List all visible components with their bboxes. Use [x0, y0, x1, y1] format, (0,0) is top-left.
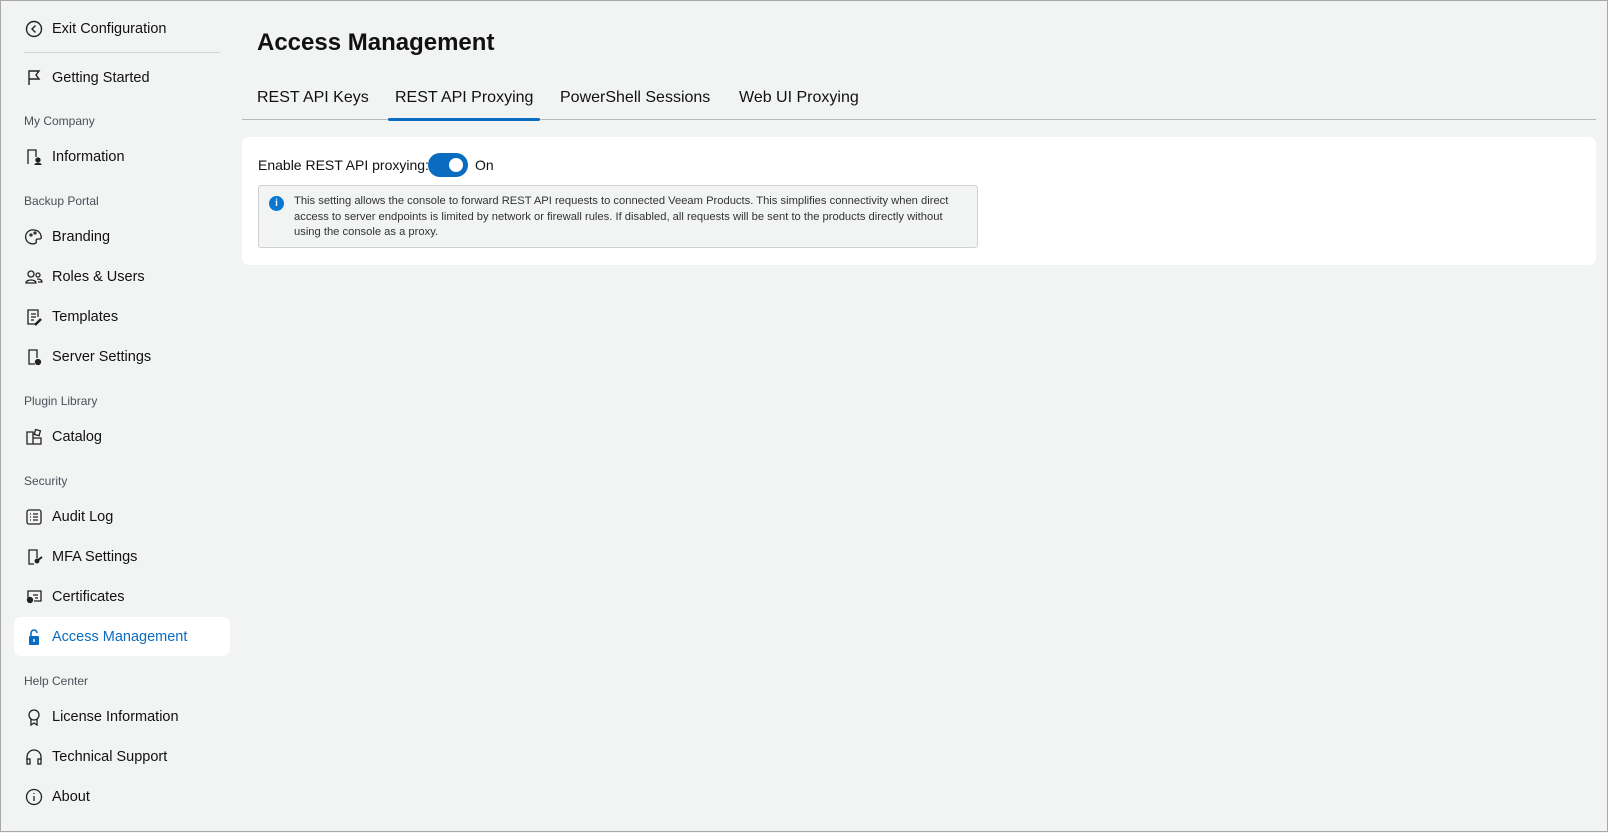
page-title: Access Management [257, 29, 495, 56]
phone-key-icon [28, 548, 43, 565]
tab-web-ui-proxying[interactable]: Web UI Proxying [739, 89, 859, 120]
rest-api-proxying-toggle[interactable] [428, 153, 468, 177]
certificate-icon [26, 589, 42, 603]
sidebar-item-certificates[interactable]: Certificates [14, 577, 230, 616]
sidebar-item-catalog[interactable]: Catalog [14, 417, 230, 456]
label: Access Management [52, 628, 188, 645]
label: Catalog [52, 428, 102, 445]
toggle-label: Enable REST API proxying: [258, 157, 429, 173]
list-icon [26, 508, 42, 525]
divider [24, 52, 220, 53]
section-my-company: My Company [24, 114, 95, 128]
document-edit-icon [27, 308, 42, 326]
sidebar-item-server-settings[interactable]: Server Settings [14, 337, 230, 376]
tab-powershell-sessions[interactable]: PowerShell Sessions [560, 89, 710, 120]
info-circle-icon [25, 788, 43, 805]
sidebar-item-access-management[interactable]: Access Management [14, 617, 230, 656]
server-gear-icon [28, 348, 42, 365]
toggle-state: On [475, 157, 494, 173]
building-user-icon [27, 148, 42, 165]
sidebar-item-mfa-settings[interactable]: MFA Settings [14, 537, 230, 576]
info-text: This setting allows the console to forwa… [294, 195, 949, 238]
tab-rest-api-keys[interactable]: REST API Keys [257, 89, 369, 120]
tab-rest-api-proxying[interactable]: REST API Proxying [387, 89, 541, 121]
label: Certificates [52, 588, 125, 605]
catalog-icon [26, 428, 42, 445]
sidebar-item-branding[interactable]: Branding [14, 217, 230, 256]
label: License Information [52, 708, 179, 725]
sidebar-item-about[interactable]: About [14, 777, 230, 816]
label: About [52, 788, 90, 805]
unlock-icon [29, 628, 39, 645]
palette-icon [25, 228, 42, 244]
sidebar-item-audit-log[interactable]: Audit Log [14, 497, 230, 536]
label: Exit Configuration [52, 20, 167, 37]
section-help-center: Help Center [24, 674, 89, 688]
info-icon: i [269, 196, 284, 211]
label: Getting Started [52, 69, 150, 86]
flag-icon [28, 69, 41, 85]
sidebar-item-templates[interactable]: Templates [14, 297, 230, 336]
sidebar-item-getting-started[interactable]: Getting Started [14, 58, 230, 97]
sidebar-item-technical-support[interactable]: Technical Support [14, 737, 230, 776]
label: Audit Log [52, 508, 114, 525]
label: Server Settings [52, 348, 152, 365]
label: MFA Settings [52, 548, 138, 565]
award-icon [28, 708, 40, 726]
section-security: Security [24, 474, 68, 488]
exit-configuration[interactable]: Exit Configuration [14, 9, 230, 48]
sidebar-item-information[interactable]: Information [14, 137, 230, 176]
headset-icon [26, 748, 42, 765]
section-backup-portal: Backup Portal [24, 194, 99, 208]
sidebar: Exit Configuration Getting Started My Co… [1, 1, 237, 833]
label: Branding [52, 228, 111, 245]
sidebar-item-license-information[interactable]: License Information [14, 697, 230, 736]
label: Technical Support [52, 748, 168, 765]
label: Templates [52, 308, 119, 325]
info-box: i This setting allows the console to for… [258, 185, 978, 248]
settings-card: Enable REST API proxying: On i This sett… [242, 137, 1596, 265]
sidebar-item-roles-users[interactable]: Roles & Users [14, 257, 230, 296]
tab-bar: REST API Keys REST API Proxying PowerShe… [242, 87, 1596, 121]
label: Roles & Users [52, 268, 145, 285]
users-icon [25, 269, 43, 284]
circle-arrow-left-icon [25, 20, 43, 37]
section-plugin-library: Plugin Library [24, 394, 98, 408]
label: Information [52, 148, 125, 165]
